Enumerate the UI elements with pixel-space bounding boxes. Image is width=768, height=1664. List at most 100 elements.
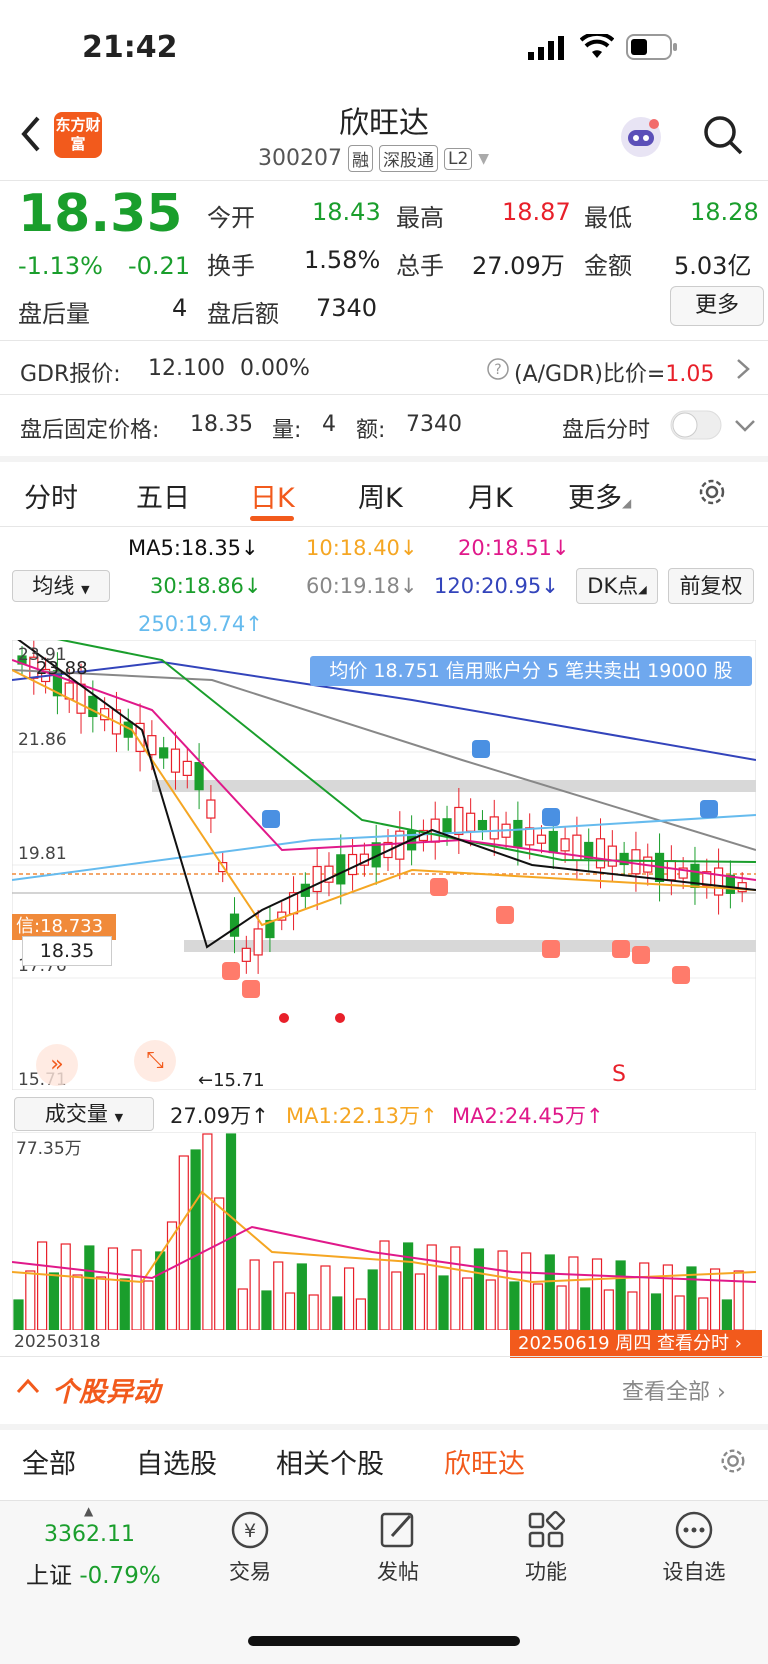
trade-banner[interactable]: 均价 18.751 信用账户分 5 笔共卖出 19000 股 [310,656,752,686]
tab-stock[interactable]: 欣旺达 [444,1442,525,1481]
after-fixed-amt: 7340 [406,412,462,437]
candle-body [466,812,476,832]
volume-bar [320,1265,331,1331]
nav-post[interactable]: 发帖 [358,1556,438,1586]
index-row[interactable]: 上证 -0.79% [26,1556,161,1590]
value-amount: 5.03亿 [674,252,752,280]
more-button[interactable]: 更多 [670,286,764,326]
change-amount: -0.21 [128,252,191,280]
volume-max-label: 77.35万 [16,1139,82,1159]
volume-bar [639,1262,650,1331]
index-value[interactable]: 3362.11 [44,1522,135,1547]
candle-body [229,913,240,937]
caret-down-icon: ▼ [478,150,490,167]
view-all-link[interactable]: 查看全部 › [622,1374,726,1406]
candle-body [713,867,724,896]
ma-selector-label: 均线 [32,574,75,598]
label-amount: 金额 [584,252,632,280]
dk-button[interactable]: DK点◢ [576,568,658,604]
ma-selector[interactable]: 均线 ▼ [12,570,110,602]
more-dots-icon[interactable] [672,1508,716,1556]
nav-add-watch[interactable]: 设自选 [648,1556,740,1586]
label-open: 今开 [207,204,255,232]
volume-chart[interactable] [11,1131,757,1331]
volume-bar [343,1267,355,1331]
tab-weekly-k[interactable]: 周K [358,476,403,515]
after-time-toggle[interactable] [670,410,722,444]
chevron-up-icon[interactable] [16,1378,40,1398]
volume-bar [143,1280,154,1331]
volume-bar [261,1290,272,1331]
stock-code: 300207 [258,146,342,171]
label-turnover: 换手 [207,252,255,280]
after-fixed-label: 盘后固定价格: [20,418,160,443]
caret-down-icon: ▼ [114,1111,124,1124]
chevron-right-icon[interactable] [736,358,750,384]
tab-five-day[interactable]: 五日 [136,476,190,515]
home-indicator [248,1636,520,1646]
help-icon[interactable]: ? [486,357,510,385]
candle-body [560,838,570,852]
tab-daily-k[interactable]: 日K [250,476,295,515]
functions-icon[interactable] [524,1508,568,1556]
tab-monthly-k[interactable]: 月K [468,476,513,515]
gear-icon[interactable] [718,1446,748,1480]
nav-functions[interactable]: 功能 [506,1556,586,1586]
volume-bar [131,1249,142,1331]
expand-left-icon[interactable]: » [36,1044,78,1086]
chevron-down-icon[interactable] [734,418,756,437]
ma20-value: 20:18.51↓ [458,536,570,560]
volume-bar [296,1263,307,1331]
volume-bar [178,1155,189,1331]
volume-bar [214,1197,225,1331]
tab-all[interactable]: 全部 [22,1442,76,1481]
tab-watchlist[interactable]: 自选股 [136,1442,217,1481]
candle-body [312,865,322,893]
nav-trade[interactable]: 交易 [210,1556,290,1586]
buy-marker [612,940,630,958]
wifi-icon [579,31,615,64]
current-price-label: 18.35 [22,936,112,966]
end-date-button[interactable]: 20250619 周四 查看分时 › [510,1330,762,1358]
settings-gear-icon[interactable] [696,476,728,512]
tab-related[interactable]: 相关个股 [276,1442,384,1481]
volume-bar [627,1291,638,1331]
volume-bar [438,1275,449,1331]
adjust-button[interactable]: 前复权 [668,568,754,604]
post-icon[interactable] [376,1508,420,1556]
ma60-value: 60:19.18↓ [306,574,418,598]
y-label-3: 19.81 [18,844,67,864]
value-low: 18.28 [690,198,759,226]
buy-marker [496,906,514,924]
volume-bar [72,1274,83,1331]
label-after-amount: 盘后额 [207,300,279,328]
ma120-value: 120:20.95↓ [434,574,559,598]
sell-marker [262,810,280,828]
stock-code-row[interactable]: 300207 融 深股通 L2 ▼ [258,145,489,172]
gdr-ratio-row[interactable]: (A/GDR)比价=1.05 [514,356,714,388]
robot-avatar-icon[interactable] [618,114,664,164]
high-label: 23.88 [36,658,88,679]
ma5-line [11,634,757,949]
search-icon[interactable] [702,114,744,160]
trade-icon[interactable]: ¥ [228,1508,272,1556]
volume-bar [119,1278,130,1331]
candle-body [170,748,181,773]
tab-more[interactable]: 更多◢ [568,476,631,515]
caret-up-icon[interactable]: ▲ [84,1504,93,1518]
tag-l2: L2 [443,147,473,170]
candle-body [159,747,169,759]
volume-selector[interactable]: 成交量 ▼ [14,1097,154,1131]
candle-body [206,799,216,819]
fullscreen-icon[interactable]: ⤡ [134,1040,176,1082]
y-label-2: 21.86 [18,730,67,750]
divider [0,340,768,341]
candle-body [477,819,488,831]
triangle-icon: ◢ [622,496,632,510]
tab-indicator [250,516,294,521]
kline-chart[interactable] [11,629,757,1091]
dk-label: DK点 [587,574,639,598]
volume-bar [615,1260,626,1331]
tab-intraday[interactable]: 分时 [24,476,78,515]
volume-bar [414,1273,426,1331]
